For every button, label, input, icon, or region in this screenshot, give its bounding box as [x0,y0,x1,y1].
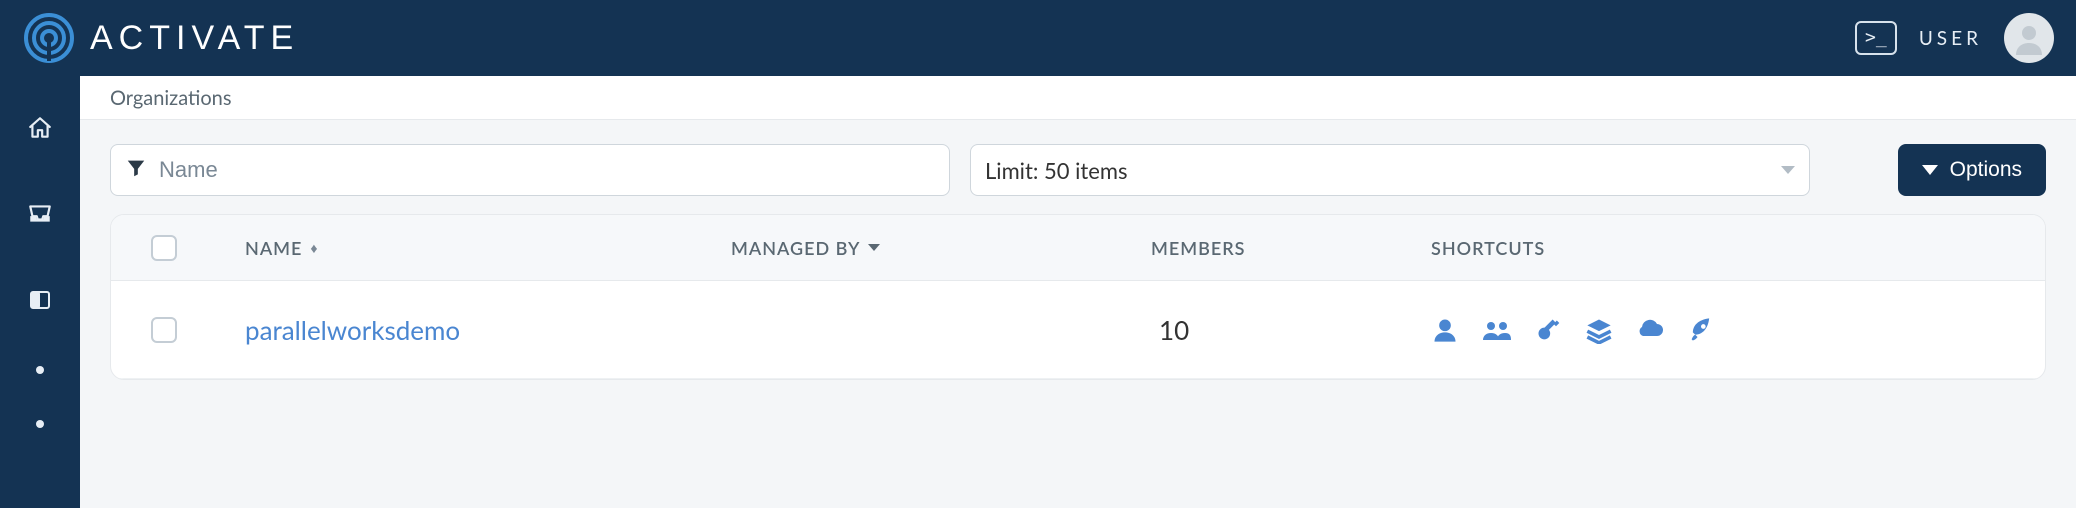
options-button[interactable]: Options [1898,144,2046,196]
organizations-table: NAME ♦ MANAGED BY MEMBERS SHORTCUTS [110,214,2046,380]
user-avatar[interactable] [2004,13,2054,63]
members-count: 10 [1151,314,1189,346]
sidebar-item-home[interactable] [20,108,60,148]
header-right: >_ USER [1855,13,2054,63]
users-icon[interactable] [1481,316,1513,344]
rocket-icon[interactable] [1687,316,1715,344]
chevron-down-icon [1781,166,1795,174]
column-name-label: NAME [245,237,302,259]
column-members-label: MEMBERS [1151,237,1245,259]
layers-icon[interactable] [1585,316,1613,344]
cloud-icon[interactable] [1635,316,1665,344]
name-filter-input[interactable] [159,157,935,183]
brand: ACTIVATE [22,11,299,65]
breadcrumb-text: Organizations [110,86,232,110]
sidebar-item-dot-2[interactable] [36,420,44,428]
select-all-checkbox[interactable] [151,235,177,261]
chevron-down-icon [868,244,880,251]
row-checkbox[interactable] [151,317,177,343]
user-label: USER [1919,27,1982,50]
key-icon[interactable] [1535,316,1563,344]
terminal-button[interactable]: >_ [1855,21,1897,55]
sidebar-item-dot-1[interactable] [36,366,44,374]
sidebar-item-inbox[interactable] [20,194,60,234]
column-checkbox [111,235,231,261]
column-members[interactable]: MEMBERS [1151,237,1431,259]
filter-icon [125,157,147,183]
column-name[interactable]: NAME ♦ [231,237,731,259]
column-shortcuts: SHORTCUTS [1431,237,2045,259]
options-button-label: Options [1950,158,2022,182]
table-header-row: NAME ♦ MANAGED BY MEMBERS SHORTCUTS [111,215,2045,281]
user-icon[interactable] [1431,316,1459,344]
column-shortcuts-label: SHORTCUTS [1431,237,1545,259]
controls-row: Limit: 50 items Options [80,120,2076,214]
chevron-down-icon [1922,165,1938,175]
sort-icon: ♦ [310,239,318,256]
app-header: ACTIVATE >_ USER [0,0,2076,76]
terminal-icon: >_ [1865,29,1887,47]
column-managed-by[interactable]: MANAGED BY [731,237,1151,259]
brand-name: ACTIVATE [90,19,299,58]
sidebar-item-panel[interactable] [20,280,60,320]
shortcuts-group [1431,316,1715,344]
breadcrumb: Organizations [80,76,2076,120]
brand-logo-icon [22,11,76,65]
limit-select-label: Limit: 50 items [985,157,1127,184]
sidebar [0,76,80,508]
organization-link[interactable]: parallelworksdemo [231,314,460,346]
main-content: Organizations Limit: 50 items Options [80,76,2076,508]
table-row: parallelworksdemo 10 [111,281,2045,379]
column-managed-by-label: MANAGED BY [731,237,860,259]
filter-input-wrap [110,144,950,196]
limit-select[interactable]: Limit: 50 items [970,144,1810,196]
